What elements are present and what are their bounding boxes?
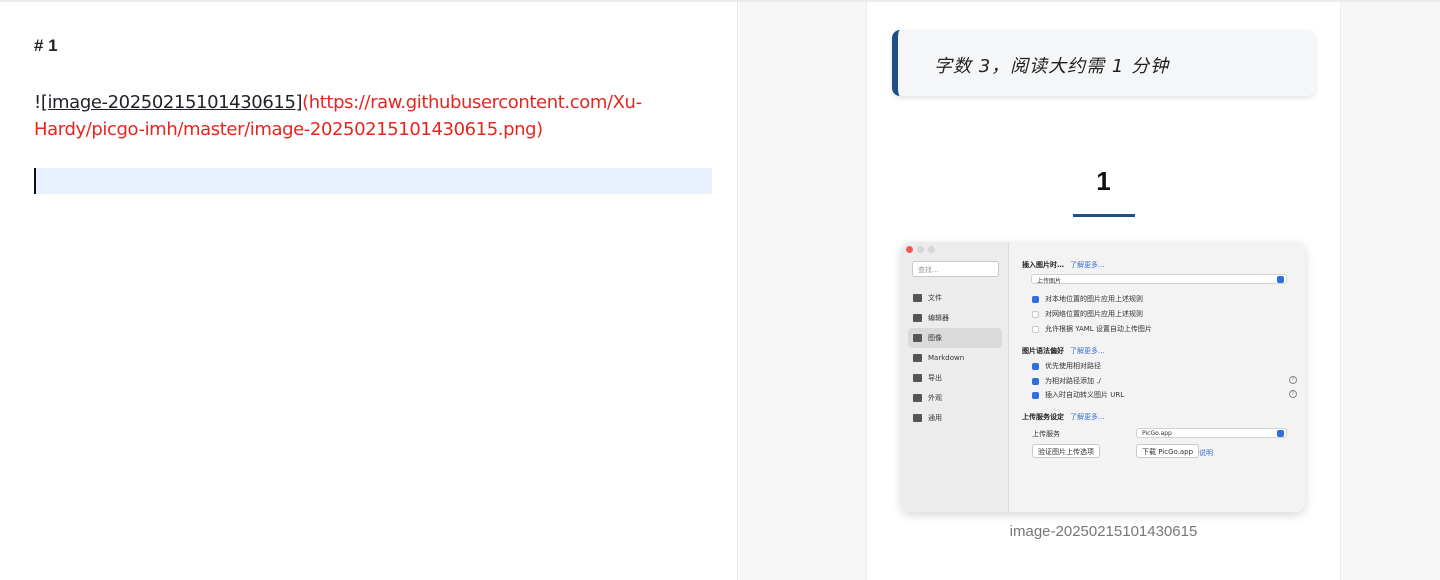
syntax-check-escape: 插入时自动转义图片 URL bbox=[1032, 390, 1124, 400]
text-caret bbox=[34, 168, 36, 194]
heading-underline bbox=[1073, 214, 1135, 217]
paint-bucket-icon bbox=[913, 394, 922, 402]
word-count-callout: 字数 3，阅读大约需 1 分钟 bbox=[892, 30, 1315, 96]
check-label: 对网络位置的图片应用上述规则 bbox=[1045, 310, 1143, 318]
learn-more-link: 了解更多... bbox=[1070, 413, 1105, 421]
select-arrows-icon bbox=[1277, 276, 1284, 283]
upload-section-title: 上传服务设定 了解更多... bbox=[1022, 412, 1105, 422]
check-label: 为相对路径添加 ./ bbox=[1045, 377, 1101, 385]
checkbox-checked-icon bbox=[1032, 377, 1039, 385]
preview-heading: 1 bbox=[1096, 166, 1111, 196]
source-heading-line[interactable]: # 1 bbox=[34, 36, 58, 56]
typora-window: # 1 ![image-20250215101430615](https://r… bbox=[0, 0, 1440, 580]
file-icon bbox=[913, 294, 922, 302]
image-caption: image-20250215101430615 bbox=[1009, 523, 1198, 540]
learn-more-link: 了解更多... bbox=[1070, 261, 1105, 269]
preview-page: 字数 3，阅读大约需 1 分钟 1 查找... 文件 编辑器 图像 Markdo… bbox=[866, 2, 1341, 580]
prefs-main: 插入图片时… 了解更多... 上传图片 对本地位置的图片应用上述规则 对网络位置的… bbox=[1010, 242, 1305, 512]
prefs-nav-item-general: 通用 bbox=[908, 408, 1002, 428]
image-icon bbox=[913, 334, 922, 342]
learn-more-link: 了解更多... bbox=[1070, 347, 1105, 355]
help-icon: ? bbox=[1289, 376, 1297, 384]
section-label: 图片语法偏好 bbox=[1022, 347, 1064, 355]
help-icon: ? bbox=[1289, 390, 1297, 398]
preview-image[interactable]: 查找... 文件 编辑器 图像 Markdown 导出 外观 通用 插入图片时…… bbox=[901, 242, 1305, 512]
syntax-check-relative: 优先使用相对路径 bbox=[1032, 361, 1101, 371]
check-label: 允许根据 YAML 设置自动上传图片 bbox=[1045, 325, 1152, 333]
prefs-nav: 文件 编辑器 图像 Markdown 导出 外观 通用 bbox=[908, 288, 1002, 428]
syntax-section-title: 图片语法偏好 了解更多... bbox=[1022, 346, 1105, 356]
prefs-nav-item-file: 文件 bbox=[908, 288, 1002, 308]
prefs-nav-label: 外观 bbox=[928, 394, 942, 402]
minimize-dot-icon bbox=[917, 246, 924, 253]
prefs-nav-item-image: 图像 bbox=[908, 328, 1002, 348]
prefs-nav-item-markdown: Markdown bbox=[908, 348, 1002, 368]
source-editor-pane[interactable]: # 1 ![image-20250215101430615](https://r… bbox=[4, 2, 738, 580]
upload-service-label: 上传服务 bbox=[1032, 430, 1060, 438]
insert-check-network: 对网络位置的图片应用上述规则 bbox=[1032, 309, 1143, 319]
section-label: 上传服务设定 bbox=[1022, 413, 1064, 421]
select-arrows-icon bbox=[1277, 430, 1284, 437]
current-line-highlight[interactable] bbox=[34, 168, 712, 194]
pencil-icon bbox=[913, 314, 922, 322]
prefs-nav-label: 文件 bbox=[928, 294, 942, 302]
checkbox-checked-icon bbox=[1032, 295, 1039, 303]
image-markdown-bang: ! bbox=[34, 92, 41, 113]
word-count-text: 字数 3，阅读大约需 1 分钟 bbox=[934, 56, 1170, 77]
select-value: 上传图片 bbox=[1037, 278, 1062, 285]
prefs-search-input: 查找... bbox=[912, 261, 999, 277]
download-picgo-button: 下载 PicGo.app bbox=[1136, 444, 1200, 458]
image-markdown-alt-text[interactable]: [image-20250215101430615] bbox=[41, 92, 303, 113]
prefs-nav-item-editor: 编辑器 bbox=[908, 308, 1002, 328]
prefs-nav-label: 通用 bbox=[928, 414, 942, 422]
verify-upload-button: 验证图片上传选项 bbox=[1032, 444, 1100, 458]
insert-check-yaml: 允许根据 YAML 设置自动上传图片 bbox=[1032, 324, 1152, 334]
markdown-icon bbox=[913, 354, 922, 362]
upload-service-select: PicGo.app bbox=[1136, 428, 1287, 438]
close-dot-icon bbox=[906, 246, 913, 253]
prefs-nav-label: 编辑器 bbox=[928, 314, 949, 322]
checkbox-empty-icon bbox=[1032, 310, 1039, 318]
section-label: 插入图片时… bbox=[1022, 261, 1064, 269]
check-label: 对本地位置的图片应用上述规则 bbox=[1045, 295, 1143, 303]
check-label: 插入时自动转义图片 URL bbox=[1045, 391, 1125, 399]
prefs-nav-label: 导出 bbox=[928, 374, 942, 382]
select-value: PicGo.app bbox=[1142, 430, 1172, 437]
prefs-nav-label: 图像 bbox=[928, 334, 942, 342]
grid-icon bbox=[913, 414, 922, 422]
insert-section-title: 插入图片时… 了解更多... bbox=[1022, 260, 1105, 270]
check-label: 优先使用相对路径 bbox=[1045, 362, 1101, 370]
explain-link: 说明 bbox=[1199, 449, 1213, 457]
zoom-dot-icon bbox=[928, 246, 935, 253]
prefs-nav-item-export: 导出 bbox=[908, 368, 1002, 388]
insert-action-select: 上传图片 bbox=[1031, 274, 1287, 285]
insert-check-local: 对本地位置的图片应用上述规则 bbox=[1032, 294, 1143, 304]
syntax-check-dotslash: 为相对路径添加 ./ bbox=[1032, 376, 1101, 386]
prefs-sidebar: 查找... 文件 编辑器 图像 Markdown 导出 外观 通用 bbox=[901, 242, 1009, 512]
checkbox-checked-icon bbox=[1032, 362, 1039, 370]
checkbox-empty-icon bbox=[1032, 325, 1039, 333]
prefs-nav-label: Markdown bbox=[928, 354, 965, 362]
source-image-markdown-line[interactable]: ![image-20250215101430615](https://raw.g… bbox=[34, 89, 654, 143]
checkbox-checked-icon bbox=[1032, 391, 1039, 399]
prefs-nav-item-appearance: 外观 bbox=[908, 388, 1002, 408]
printer-icon bbox=[913, 374, 922, 382]
